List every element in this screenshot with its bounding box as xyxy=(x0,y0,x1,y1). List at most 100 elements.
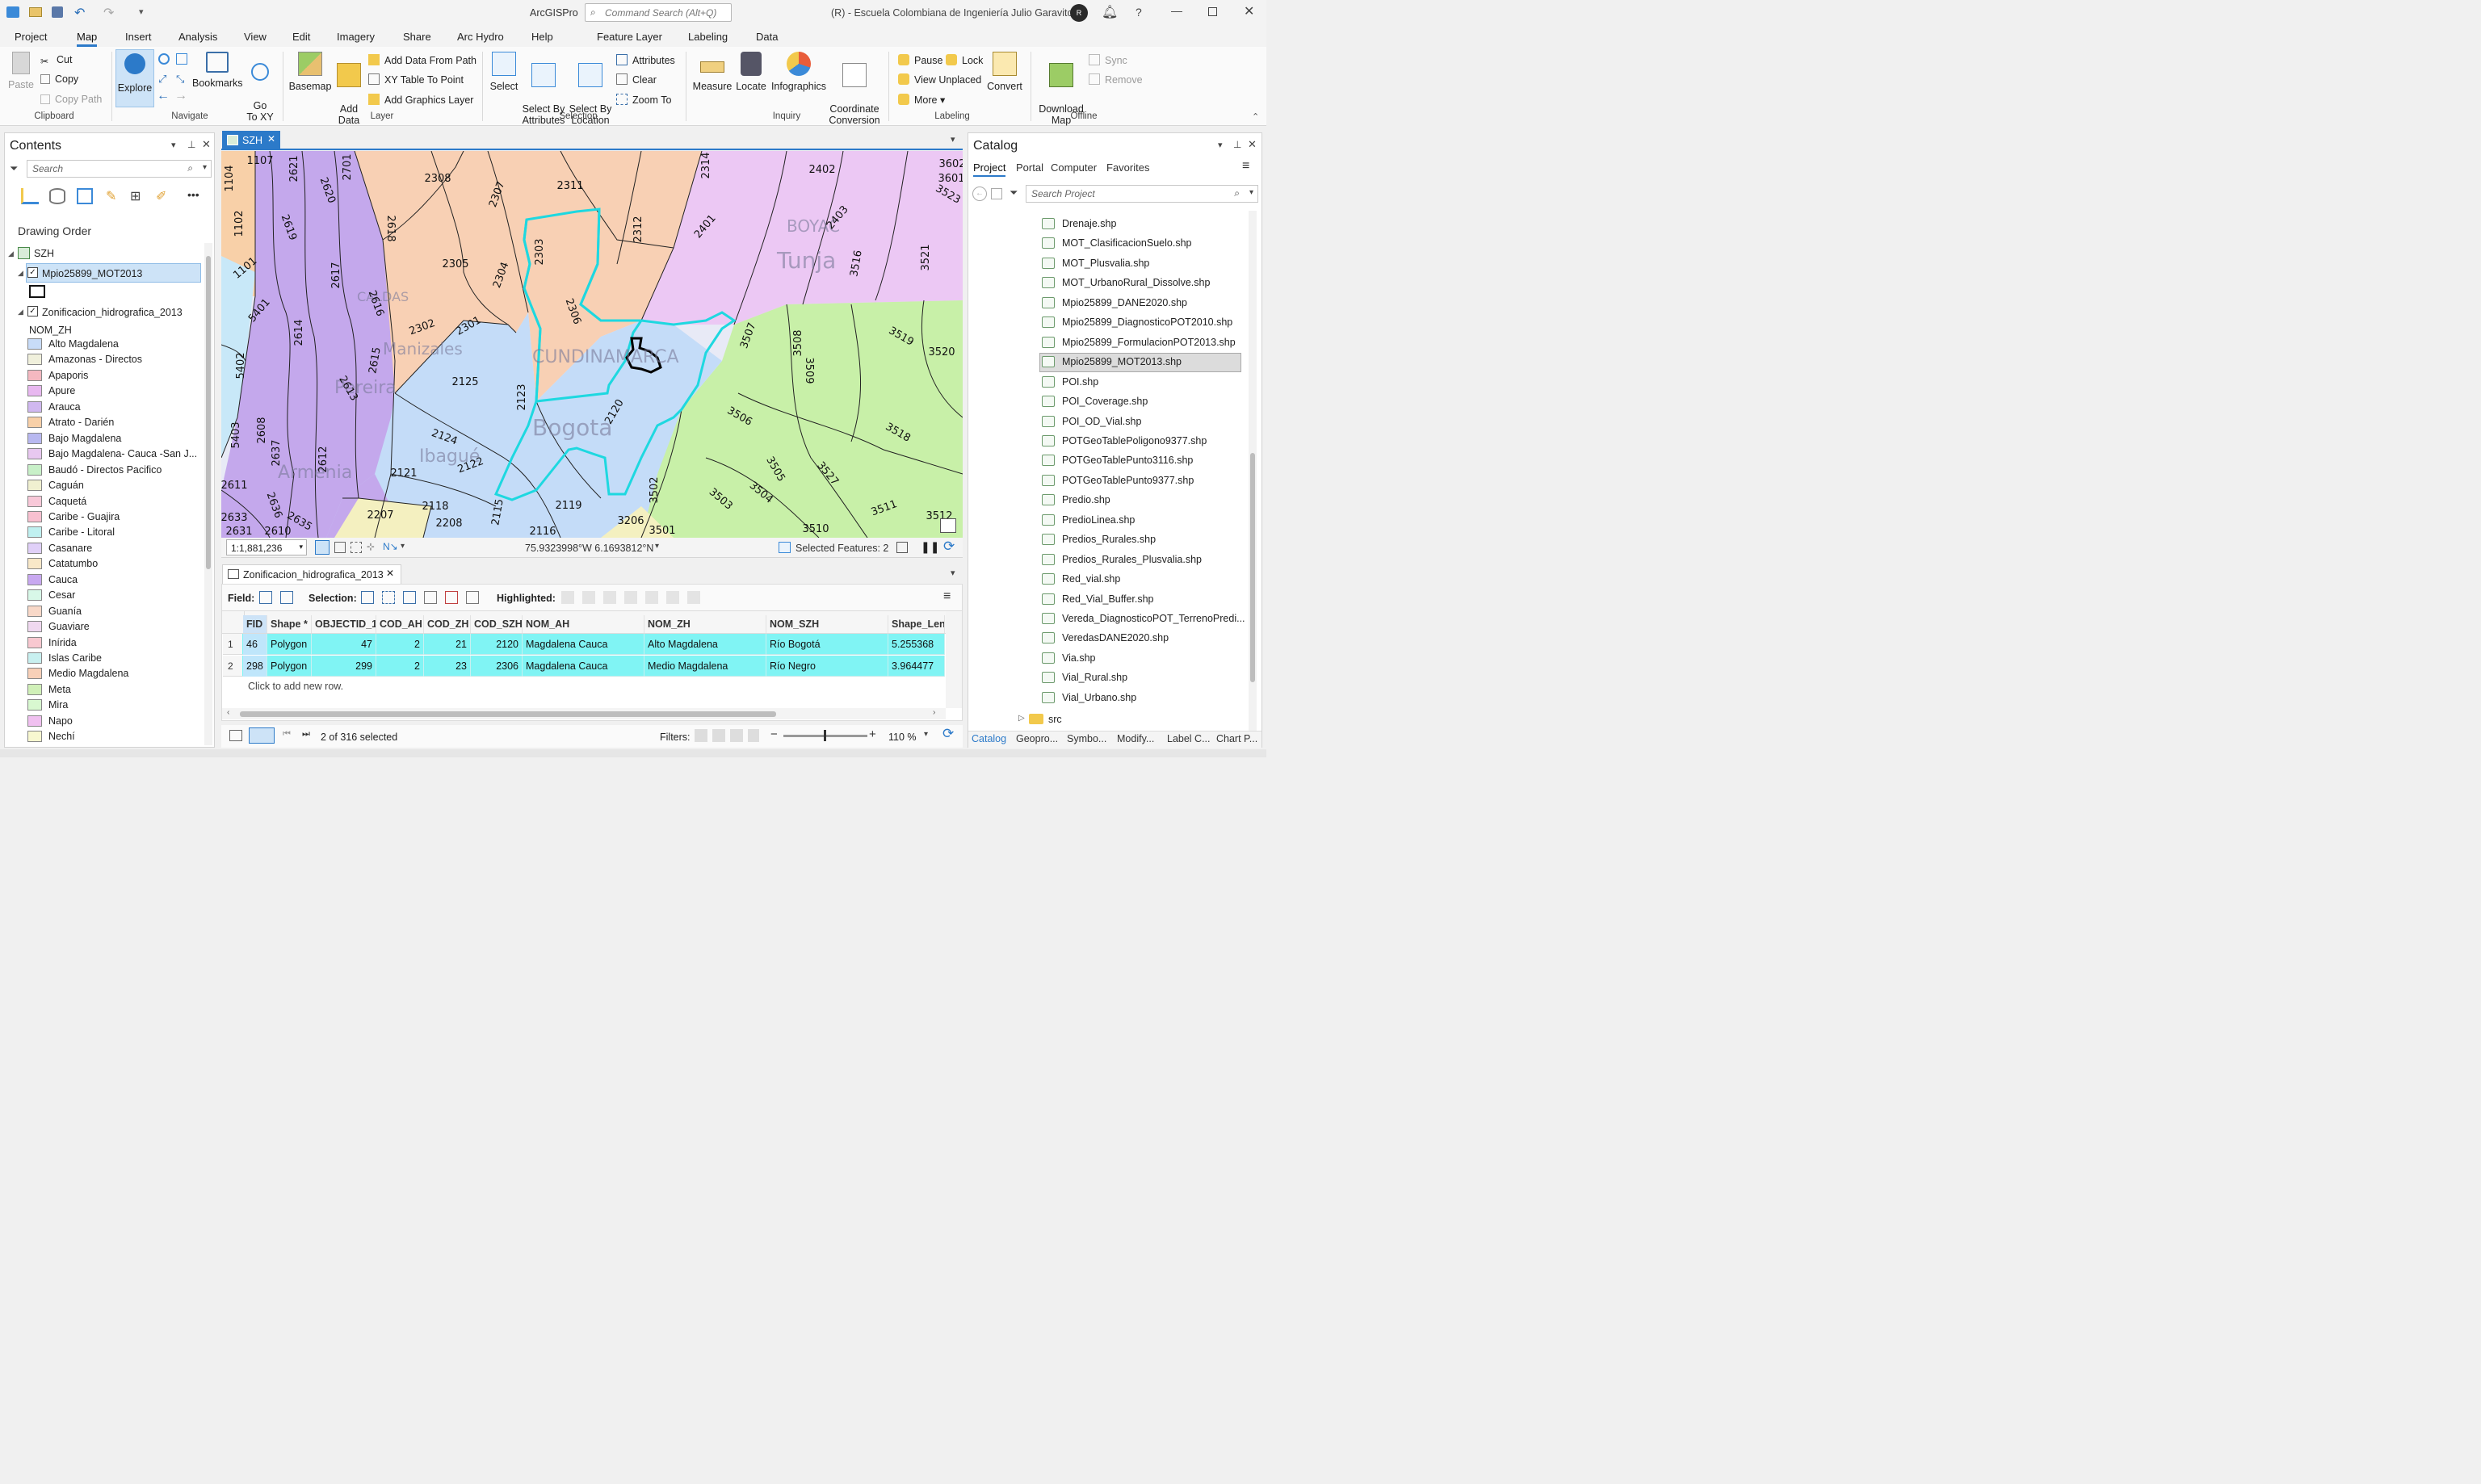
legend-item[interactable]: Catatumbo xyxy=(27,558,98,570)
legend-swatch[interactable] xyxy=(27,448,42,460)
pause-drawing-icon[interactable]: ❚❚ xyxy=(921,540,939,554)
legend-item[interactable]: Caquetá xyxy=(27,495,86,507)
legend-item[interactable]: Casanare xyxy=(27,542,92,554)
filter-icon[interactable]: ⏷ xyxy=(10,162,18,175)
legend-swatch[interactable] xyxy=(27,731,42,743)
catalog-item[interactable]: MOT_UrbanoRural_Dissolve.shp xyxy=(1042,277,1210,289)
table-cell[interactable]: 2306 xyxy=(471,656,523,677)
table-cell[interactable]: Polygon xyxy=(267,656,312,677)
previous-extent-icon[interactable]: ← xyxy=(157,89,170,103)
clear-button[interactable]: Clear xyxy=(616,73,657,86)
select-by-attributes-icon[interactable] xyxy=(361,591,374,604)
table-zoom-level[interactable]: 110 % xyxy=(888,732,917,743)
status-options-icon[interactable]: ▾ xyxy=(401,542,405,551)
legend-item[interactable]: Caribe - Guajira xyxy=(27,510,120,522)
last-record-icon[interactable]: ⏭ xyxy=(302,729,310,740)
tab-edit[interactable]: Edit xyxy=(292,31,310,43)
table-cell[interactable]: 3.964477 xyxy=(888,656,945,677)
minimize-icon[interactable]: — xyxy=(1171,4,1182,17)
measure-button[interactable]: Measure xyxy=(692,52,733,92)
zoom-out-text-icon[interactable]: − xyxy=(770,727,778,741)
tab-arc-hydro[interactable]: Arc Hydro xyxy=(457,31,504,43)
legend-item[interactable]: Mira xyxy=(27,699,68,711)
table-cell[interactable]: 2120 xyxy=(471,634,523,655)
table-menu-icon[interactable]: ≡ xyxy=(943,589,951,604)
column-header[interactable]: COD_SZH xyxy=(471,615,523,633)
close-tab-icon[interactable]: ✕ xyxy=(386,568,394,579)
legend-swatch[interactable] xyxy=(27,369,42,381)
save-icon[interactable] xyxy=(52,6,63,18)
zoom-to-button[interactable]: Zoom To xyxy=(616,94,671,106)
pin-icon[interactable]: ⊥ xyxy=(187,139,195,150)
table-tab[interactable]: Zonificacion_hidrografica_2013 ✕ xyxy=(222,564,401,584)
column-header[interactable]: COD_AH xyxy=(376,615,424,633)
layer-visibility-checkbox[interactable]: ✓ xyxy=(27,267,38,278)
refresh-icon[interactable]: ⟳ xyxy=(943,539,955,555)
show-all-records-icon[interactable] xyxy=(229,730,242,741)
scrollbar-thumb[interactable] xyxy=(1250,453,1255,682)
legend-swatch[interactable] xyxy=(27,526,42,539)
row-number[interactable]: 1 xyxy=(223,634,242,655)
catalog-item[interactable]: Red_Vial_Buffer.shp xyxy=(1042,593,1154,605)
go-to-xy-button[interactable]: Go To XY xyxy=(246,52,275,123)
list-by-source-icon[interactable] xyxy=(49,188,65,204)
list-by-drawing-order-icon[interactable] xyxy=(21,188,39,204)
legend-item[interactable]: Caribe - Litoral xyxy=(27,526,115,539)
legend-swatch[interactable] xyxy=(27,338,42,350)
tab-view[interactable]: View xyxy=(244,31,267,43)
legend-swatch[interactable] xyxy=(27,354,42,366)
layer-name-zonificacion[interactable]: Zonificacion_hidrografica_2013 xyxy=(42,307,183,318)
cut-button[interactable]: ✂ Cut xyxy=(40,54,72,67)
select-button[interactable]: Select xyxy=(487,52,521,92)
catalog-item[interactable]: POTGeoTablePoligono9377.shp xyxy=(1042,434,1207,446)
legend-swatch[interactable] xyxy=(27,558,42,570)
map-extent-icon[interactable] xyxy=(896,542,908,553)
legend-item[interactable]: Islas Caribe xyxy=(27,652,102,664)
legend-swatch[interactable] xyxy=(27,542,42,554)
scroll-left-icon[interactable]: ‹ xyxy=(227,708,229,717)
legend-swatch[interactable] xyxy=(27,668,42,680)
coordinate-conversion-button[interactable]: Coordinate Conversion xyxy=(828,52,881,126)
legend-item[interactable]: Cauca xyxy=(27,573,78,585)
map-tab[interactable]: SZH ✕ xyxy=(222,131,280,150)
paste-button[interactable]: Paste xyxy=(6,52,36,90)
bottom-tab[interactable]: Modify... xyxy=(1117,733,1154,744)
remove-button[interactable]: Remove xyxy=(1089,73,1143,86)
table-cell[interactable]: 46 xyxy=(243,634,267,655)
legend-swatch[interactable] xyxy=(27,417,42,429)
bottom-tab[interactable]: Symbo... xyxy=(1067,733,1106,744)
row-number[interactable]: 2 xyxy=(223,656,242,677)
copy-path-button[interactable]: Copy Path xyxy=(40,94,102,105)
tab-help[interactable]: Help xyxy=(531,31,553,43)
attributes-button[interactable]: Attributes xyxy=(616,54,675,66)
refresh-table-icon[interactable]: ⟳ xyxy=(942,726,954,742)
filter-icon[interactable]: ⏷ xyxy=(1010,187,1018,199)
zoom-dropdown-icon[interactable]: ▾ xyxy=(924,730,928,739)
table-cell[interactable]: Alto Magdalena xyxy=(644,634,766,655)
scroll-right-icon[interactable]: › xyxy=(933,708,935,717)
table-cell[interactable]: 23 xyxy=(424,656,471,677)
legend-swatch[interactable] xyxy=(27,652,42,664)
legend-swatch[interactable] xyxy=(27,510,42,522)
legend-item[interactable]: Baudó - Directos Pacifico xyxy=(27,463,162,476)
catalog-tab-project[interactable]: Project xyxy=(973,161,1006,177)
pin-icon[interactable]: ⊥ xyxy=(1233,139,1241,150)
legend-item[interactable]: Napo xyxy=(27,715,73,727)
catalog-item[interactable]: Drenaje.shp xyxy=(1042,218,1116,229)
catalog-item[interactable]: POI.shp xyxy=(1042,375,1098,388)
table-add-row[interactable]: Click to add new row. xyxy=(248,681,343,692)
legend-swatch[interactable] xyxy=(27,480,42,492)
table-vscroll[interactable] xyxy=(946,611,962,708)
bottom-tab[interactable]: Catalog xyxy=(972,733,1006,744)
tab-map[interactable]: Map xyxy=(77,31,98,47)
list-by-labeling-icon[interactable]: ✐ xyxy=(156,188,166,204)
contents-search-input[interactable]: Search ⌕ ▾ xyxy=(27,160,212,178)
calculate-field-icon[interactable] xyxy=(280,591,293,604)
back-icon[interactable]: ← xyxy=(972,187,987,201)
column-header[interactable]: NOM_AH xyxy=(523,615,644,633)
filter-icons[interactable] xyxy=(695,729,759,742)
tab-feature-layer[interactable]: Feature Layer xyxy=(597,31,662,43)
next-extent-icon[interactable]: → xyxy=(174,89,187,103)
tab-imagery[interactable]: Imagery xyxy=(337,31,375,43)
notifications-icon[interactable]: 🔔︎ xyxy=(1102,4,1118,20)
